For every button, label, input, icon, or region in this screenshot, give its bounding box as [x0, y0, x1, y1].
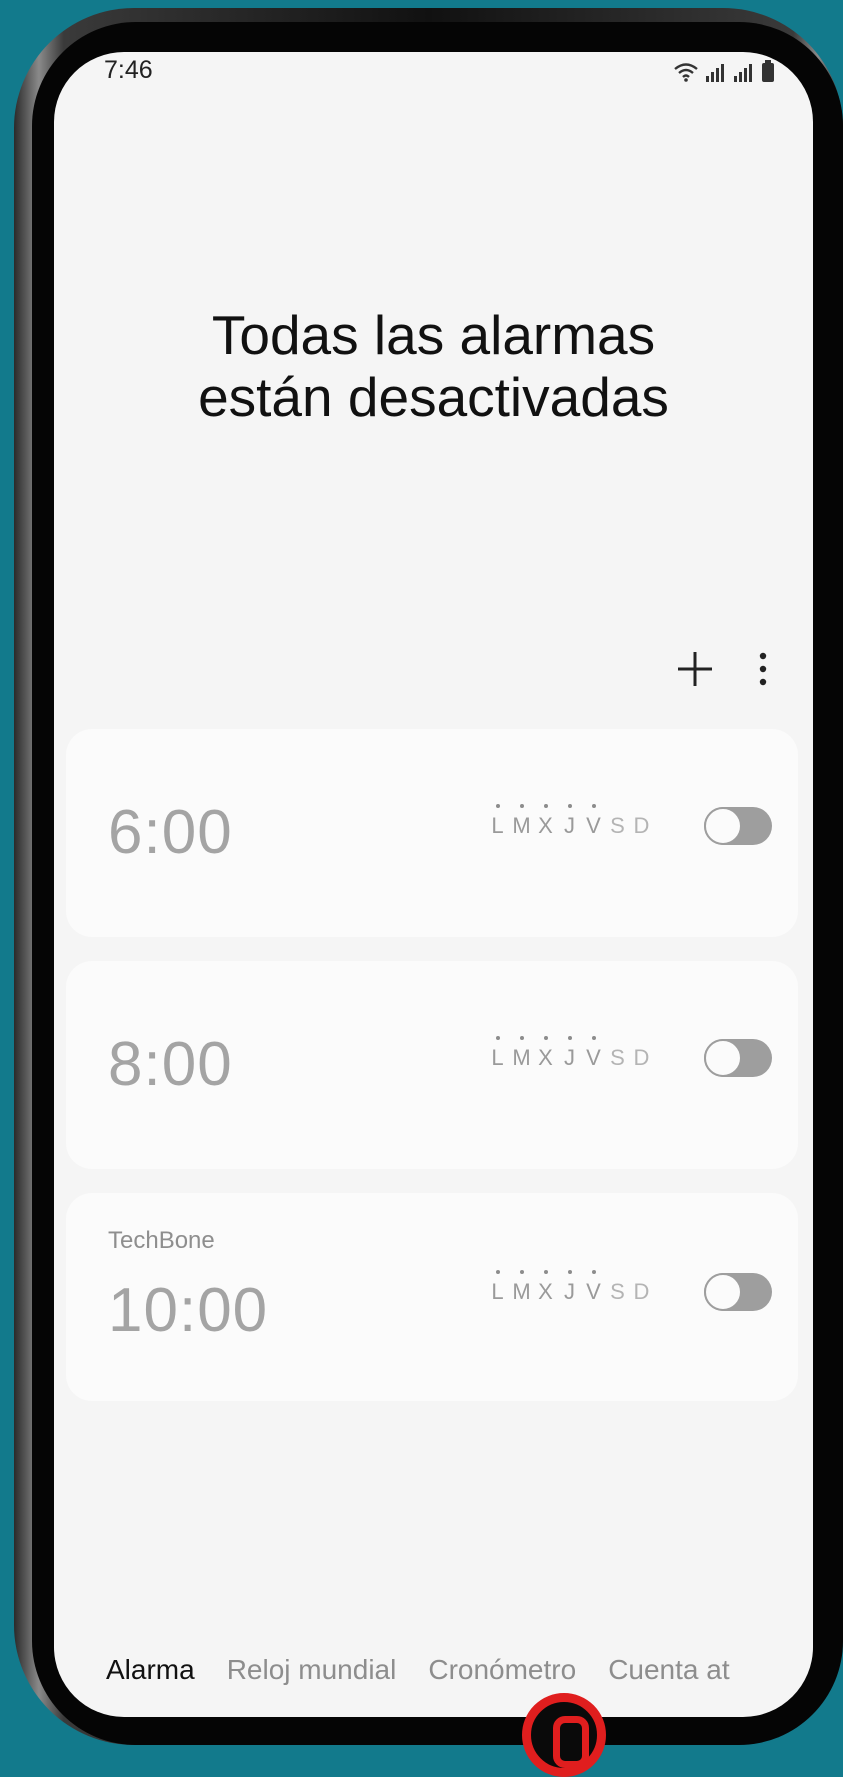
alarm-toggle[interactable]	[704, 1039, 772, 1077]
day-label: J	[560, 804, 579, 839]
day-label: L	[488, 1036, 507, 1071]
day-label: X	[536, 1270, 555, 1305]
wifi-icon	[674, 63, 698, 82]
plus-icon	[678, 652, 712, 686]
day-label: S	[610, 1045, 625, 1070]
alarm-days: L M X J V S D	[488, 804, 651, 839]
alarm-time: 10:00	[108, 1276, 269, 1345]
alarm-days: L M X J V S D	[488, 1036, 651, 1071]
day-label: V	[584, 1036, 603, 1071]
day-label: D	[633, 1279, 650, 1304]
add-alarm-button[interactable]	[673, 647, 717, 691]
status-icons	[673, 60, 775, 82]
day-label: J	[560, 1270, 579, 1305]
day-label: M	[512, 804, 531, 838]
alarm-card[interactable]: 6:00 L M X J V S D	[66, 729, 798, 937]
toolbar	[673, 647, 773, 691]
toggle-knob	[704, 807, 742, 845]
tab-cuenta-atras[interactable]: Cuenta at	[608, 1654, 729, 1714]
day-label: M	[512, 1270, 531, 1304]
tab-alarma[interactable]: Alarma	[106, 1654, 195, 1714]
day-label: D	[633, 1045, 650, 1070]
day-label: S	[610, 1279, 625, 1304]
status-bar: 7:46	[54, 52, 813, 92]
toggle-knob	[704, 1273, 742, 1311]
camera-highlight-icon	[522, 1693, 606, 1777]
screen: 7:46 Todas las alarmas están desactivada…	[54, 52, 813, 1717]
alarm-time: 6:00	[108, 798, 233, 867]
alarm-toggle[interactable]	[704, 807, 772, 845]
more-vertical-icon	[759, 652, 767, 686]
day-label: S	[610, 813, 625, 838]
alarm-card[interactable]: TechBone 10:00 L M X J V S D	[66, 1193, 798, 1401]
alarm-time: 8:00	[108, 1030, 233, 1099]
tab-reloj-mundial[interactable]: Reloj mundial	[227, 1654, 397, 1714]
battery-icon	[762, 60, 774, 82]
alarm-toggle[interactable]	[704, 1273, 772, 1311]
more-options-button[interactable]	[753, 647, 773, 691]
day-label: L	[488, 1270, 507, 1305]
day-label: X	[536, 804, 555, 839]
day-label: V	[584, 804, 603, 839]
toggle-knob	[704, 1039, 742, 1077]
day-label: J	[560, 1036, 579, 1071]
alarm-label: TechBone	[108, 1227, 215, 1254]
signal-icon	[734, 64, 752, 82]
day-label: X	[536, 1036, 555, 1071]
day-label: D	[633, 813, 650, 838]
bottom-tab-bar: Alarma Reloj mundial Cronómetro Cuenta a…	[54, 1654, 813, 1714]
day-label: L	[488, 804, 507, 839]
alarm-days: L M X J V S D	[488, 1270, 651, 1305]
alarm-card[interactable]: 8:00 L M X J V S D	[66, 961, 798, 1169]
day-label: M	[512, 1036, 531, 1070]
day-label: V	[584, 1270, 603, 1305]
signal-icon	[706, 64, 724, 82]
status-time: 7:46	[104, 56, 153, 84]
page-title: Todas las alarmas están desactivadas	[198, 304, 669, 428]
